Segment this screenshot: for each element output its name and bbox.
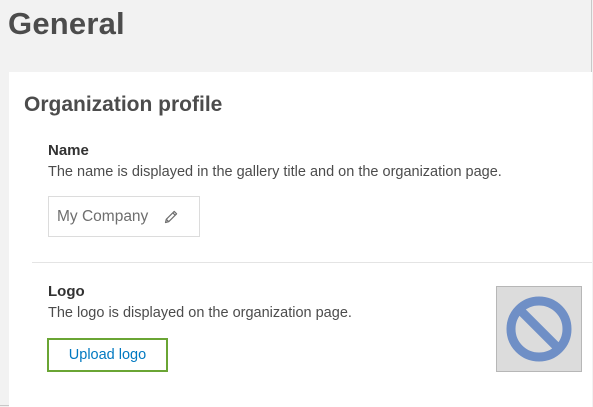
pencil-icon[interactable] xyxy=(162,208,180,226)
section-divider xyxy=(32,262,592,263)
no-image-icon xyxy=(506,296,572,362)
logo-label: Logo xyxy=(48,283,85,300)
name-description: The name is displayed in the gallery tit… xyxy=(48,164,502,180)
pencil-icon-graphic xyxy=(165,210,178,223)
upload-logo-button[interactable]: Upload logo xyxy=(47,338,168,372)
section-title: Organization profile xyxy=(24,93,223,116)
name-label: Name xyxy=(48,142,89,159)
name-field[interactable]: My Company xyxy=(48,196,200,237)
organization-profile-panel: Organization profile Name The name is di… xyxy=(9,72,592,407)
logo-description: The logo is displayed on the organizatio… xyxy=(48,305,352,321)
page-title: General xyxy=(8,6,125,41)
name-value: My Company xyxy=(57,207,149,225)
logo-placeholder xyxy=(496,286,582,372)
